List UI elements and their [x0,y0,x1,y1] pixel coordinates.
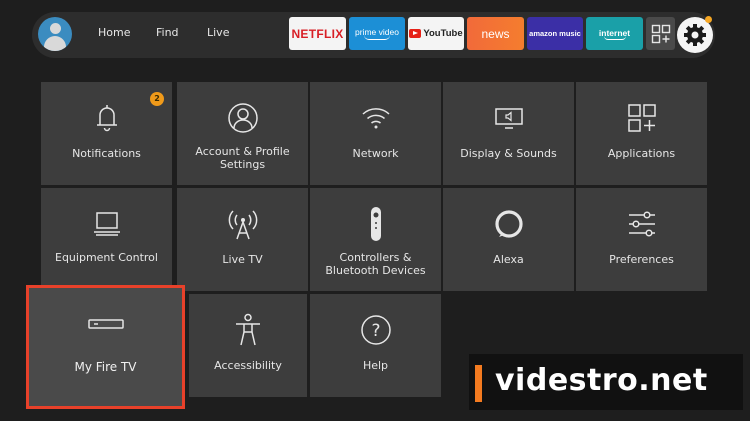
tile-accessibility-label: Accessibility [214,359,282,372]
tile-network-label: Network [352,147,399,160]
internet-smile-icon [603,36,626,40]
alexa-icon [494,210,523,238]
app-netflix[interactable]: NETFLIX [289,17,346,50]
avatar-body [44,36,66,51]
tile-account-profile[interactable]: Account & Profile Settings [177,82,308,185]
tile-live-tv-label: Live TV [222,253,263,266]
nav-home[interactable]: Home [98,26,130,39]
tile-notifications-label: Notifications [72,147,141,160]
news-logo-text: news [481,26,510,41]
app-prime-video[interactable]: prime video [349,17,405,50]
tile-equipment-control[interactable]: Equipment Control [41,188,172,291]
tile-controllers-bluetooth-label: Controllers & Bluetooth Devices [325,251,426,277]
accessibility-icon [236,313,260,346]
youtube-play-icon [409,29,422,38]
tile-display-sounds-label: Display & Sounds [460,147,557,160]
display-sound-icon [494,108,523,129]
tile-my-fire-tv-label: My Fire TV [74,360,137,374]
notification-count-badge: 2 [150,92,164,106]
watermark: videstro.net [469,354,743,410]
all-apps-button[interactable] [646,17,675,50]
tile-alexa-label: Alexa [493,253,524,266]
tile-applications-label: Applications [607,147,676,160]
netflix-logo-text: NETFLIX [291,26,344,41]
tile-preferences[interactable]: Preferences [576,188,707,291]
help-icon: ? [360,315,391,345]
watermark-text: videstro.net [495,363,708,398]
tile-alexa[interactable]: Alexa [443,188,574,291]
app-amazon-music[interactable]: amazon music [527,17,583,50]
remote-icon [370,207,381,241]
gear-icon [684,24,706,46]
settings-notification-dot [705,16,712,23]
tile-display-sounds[interactable]: Display & Sounds [443,82,574,185]
prime-smile-icon [364,35,390,40]
antenna-icon [228,210,257,240]
app-youtube[interactable]: YouTube [408,17,464,50]
person-icon [227,103,258,133]
app-news[interactable]: news [467,17,524,50]
computer-icon [93,212,120,236]
tile-help[interactable]: ? Help [310,294,441,397]
youtube-logo-text: YouTube [423,28,463,39]
amazon-music-logo-text: amazon music [529,29,581,38]
tile-accessibility[interactable]: Accessibility [189,294,307,397]
tile-network[interactable]: Network [310,82,441,185]
apps-grid-icon [627,104,656,132]
avatar-head [50,23,61,34]
tile-live-tv[interactable]: Live TV [177,188,308,291]
wifi-icon [361,108,390,129]
profile-avatar[interactable] [38,17,72,51]
fire-tv-settings-screen: Home Find Live NETFLIX prime video YouTu… [0,0,750,421]
watermark-accent-bar [475,365,482,402]
tile-controllers-bluetooth[interactable]: Controllers & Bluetooth Devices [310,188,441,291]
apps-grid-plus-icon [651,24,670,43]
tile-preferences-label: Preferences [609,253,674,266]
nav-find[interactable]: Find [156,26,179,39]
fire-tv-device-icon [87,319,124,329]
tile-applications[interactable]: Applications [576,82,707,185]
tile-account-profile-label: Account & Profile Settings [195,145,290,171]
app-internet[interactable]: internet [586,17,643,50]
tile-help-label: Help [362,359,389,372]
bell-icon [96,105,117,132]
nav-live[interactable]: Live [207,26,229,39]
svg-text:?: ? [371,321,380,341]
sliders-icon [628,211,655,237]
tile-my-fire-tv[interactable]: My Fire TV [26,285,185,409]
tile-equipment-control-label: Equipment Control [55,251,158,264]
